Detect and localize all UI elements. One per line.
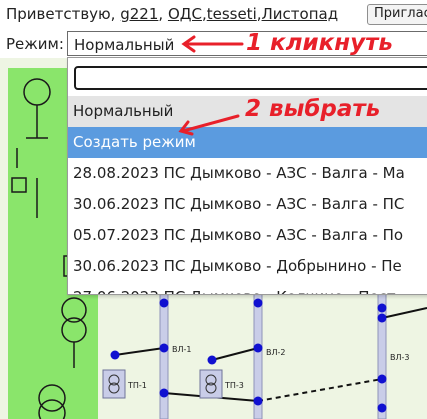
mode-label: Режим: — [6, 35, 64, 53]
greeting-text: Приветствую, — [6, 5, 116, 23]
company-link[interactable]: tesseti — [207, 5, 257, 23]
substation-label: ТП-3 — [224, 381, 244, 390]
annotation-step-2: 2 выбрать — [245, 96, 381, 122]
line-label: ВЛ-2 — [266, 348, 285, 357]
greeting-line: Приветствую, g221, ОДС,tesseti,Листопад — [6, 5, 339, 23]
org-link[interactable]: ОДС — [168, 5, 202, 23]
option-mode[interactable]: 27.06.2023 ПС Дымково - Колчино - Пост — [68, 282, 427, 294]
line-bar-1 — [159, 287, 169, 419]
substation-box — [199, 369, 223, 399]
dropdown-options: Нормальный Создать режим 28.08.2023 ПС Д… — [68, 96, 427, 294]
option-mode[interactable]: 30.06.2023 ПС Дымково - АЗС - Валга - ПС — [68, 189, 427, 220]
line-label: ВЛ-1 — [172, 345, 191, 354]
connector — [211, 347, 259, 361]
option-mode[interactable]: 28.08.2023 ПС Дымково - АЗС - Валга - Ма — [68, 158, 427, 189]
option-mode[interactable]: 30.06.2023 ПС Дымково - Добрынино - Пе — [68, 251, 427, 282]
annotation-step-1: 1 кликнуть — [246, 30, 393, 56]
connector — [381, 307, 427, 319]
substation-label: ТП-1 — [127, 381, 147, 390]
line-label: ВЛ-3 — [390, 353, 409, 362]
user-link[interactable]: g221 — [120, 5, 158, 23]
dropdown-search-input[interactable] — [74, 66, 427, 90]
mode-dropdown: Нормальный Создать режим 28.08.2023 ПС Д… — [67, 57, 427, 295]
option-mode[interactable]: 05.07.2023 ПС Дымково - АЗС - Валга - По — [68, 220, 427, 251]
page-link[interactable]: Листопад — [262, 5, 339, 23]
connector-dashed — [257, 378, 383, 402]
option-create-mode[interactable]: Создать режим — [68, 127, 427, 158]
invite-button[interactable]: Пригласить — [367, 4, 427, 25]
connector — [114, 347, 165, 356]
substation-box — [102, 369, 126, 399]
app-root: ВЛ-1 ВЛ-2 ВЛ-3 ТП-1 ТП-3 Приветствую, g2… — [0, 0, 427, 419]
node-group — [110, 298, 387, 413]
